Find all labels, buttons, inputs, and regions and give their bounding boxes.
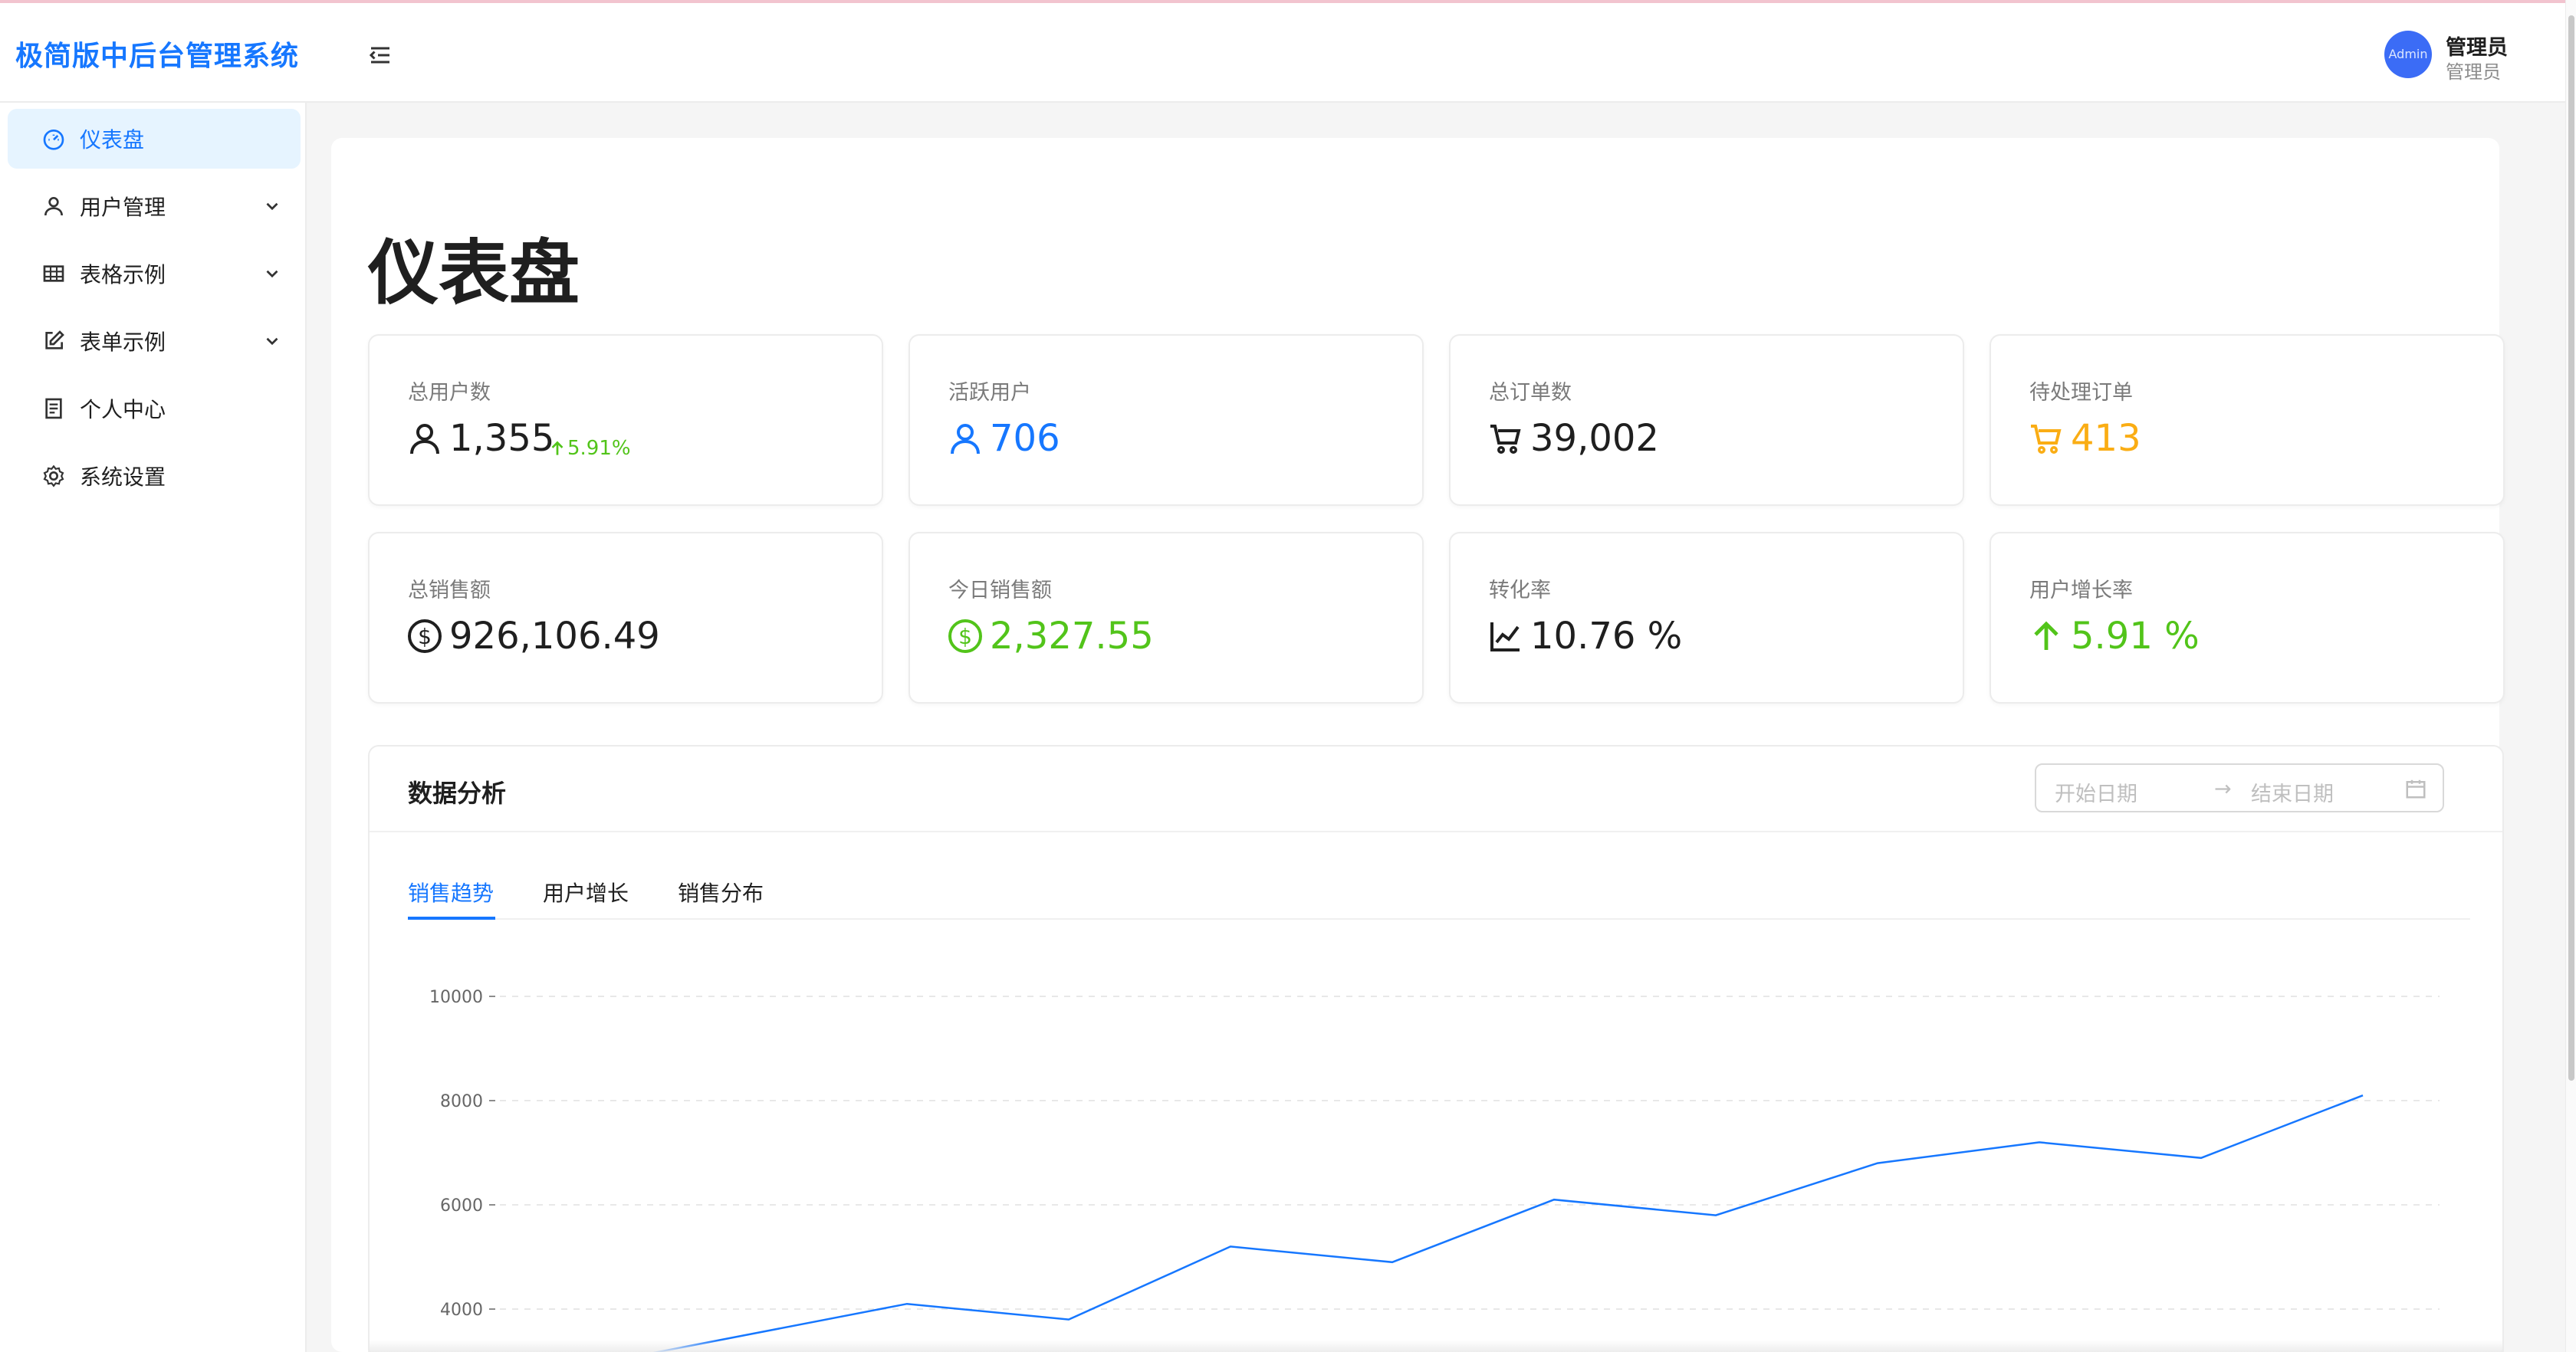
table-icon <box>43 265 64 282</box>
series-line <box>652 1094 2364 1352</box>
menu-fold-icon[interactable] <box>366 41 394 69</box>
dashboard-icon <box>43 130 64 150</box>
stat-title: 待处理订单 <box>2029 381 2133 405</box>
tab-user-growth[interactable]: 用户增长 <box>543 877 629 907</box>
svg-text:$: $ <box>958 624 972 649</box>
stat-value: 5.91 % <box>2071 615 2200 658</box>
arrow-up-icon <box>551 441 564 455</box>
stat-card-conversion-rate: 转化率 10.76 % <box>1449 532 1964 704</box>
y-tick-label: 4000 <box>440 1301 483 1320</box>
cart-icon <box>2031 425 2062 454</box>
line-chart: 10000 8000 6000 4000 <box>429 988 2440 1352</box>
avatar[interactable]: Admin <box>2384 31 2432 78</box>
stat-title: 总销售额 <box>408 579 491 602</box>
date-range-picker[interactable]: 开始日期 → 结束日期 <box>2035 763 2444 812</box>
stat-card-total-users: 总用户数 1,355 5.91% <box>368 334 883 506</box>
sidebar-item-system-settings[interactable]: 系统设置 <box>8 446 301 506</box>
app-logo-title[interactable]: 极简版中后台管理系统 <box>15 34 299 74</box>
calendar-icon[interactable] <box>2404 777 2427 800</box>
stat-card-active-users: 活跃用户 706 <box>909 334 1424 506</box>
form-edit-icon <box>45 330 64 349</box>
y-tick-label: 6000 <box>440 1196 483 1216</box>
stat-value: 706 <box>990 417 1060 460</box>
stat-title: 活跃用户 <box>948 381 1031 405</box>
dollar-icon: $ <box>948 619 982 653</box>
stat-card-today-sales: 今日销售额 $ 2,327.55 <box>909 532 1424 704</box>
sidebar-item-profile[interactable]: 个人中心 <box>8 379 301 438</box>
scrollbar-thumb[interactable] <box>2568 15 2574 1081</box>
page-title: 仪表盘 <box>368 232 580 314</box>
date-start-input[interactable]: 开始日期 <box>2055 777 2137 807</box>
stat-card-user-growth-rate: 用户增长率 5.91 % <box>1990 532 2505 704</box>
dollar-icon: $ <box>408 619 442 653</box>
date-end-input[interactable]: 结束日期 <box>2251 777 2334 807</box>
y-tick-label: 10000 <box>429 988 483 1007</box>
stat-title: 今日销售额 <box>948 579 1052 602</box>
analysis-title: 数据分析 <box>408 779 507 808</box>
sidebar-item-label: 系统设置 <box>80 464 166 490</box>
trend-badge: 5.91% <box>547 437 631 460</box>
data-analysis-card: 数据分析 开始日期 → 结束日期 销售趋势 用户增长 销售分布 10000 800… <box>368 745 2504 1352</box>
sales-trend-chart: 10000 8000 6000 4000 <box>370 930 2502 1352</box>
bottom-fade <box>368 1340 2504 1352</box>
sidebar-item-label: 仪表盘 <box>80 127 145 153</box>
sidebar: 仪表盘 用户管理 表格示例 表单示例 个人中心 系统设置 <box>0 103 307 1352</box>
tab-sales-trend[interactable]: 销售趋势 <box>408 877 494 907</box>
stat-card-total-sales: 总销售额 $ 926,106.49 <box>368 532 883 704</box>
gear-icon <box>43 464 64 487</box>
user-role: 管理员 <box>2446 61 2501 83</box>
user-icon <box>410 424 439 454</box>
stat-card-pending-orders: 待处理订单 413 <box>1990 334 2505 506</box>
stat-value: 1,355 <box>449 417 555 460</box>
top-header: 极简版中后台管理系统 Admin 管理员 管理员 <box>0 3 2565 103</box>
analysis-tabs: 销售趋势 用户增长 销售分布 <box>408 877 2470 920</box>
sidebar-item-label: 表单示例 <box>80 330 166 355</box>
stat-value: 926,106.49 <box>449 615 660 658</box>
chevron-down-icon <box>266 202 278 211</box>
sidebar-item-label: 表格示例 <box>80 262 166 287</box>
sidebar-item-user-management[interactable]: 用户管理 <box>8 176 301 236</box>
sidebar-item-table-example[interactable]: 表格示例 <box>8 244 301 304</box>
sidebar-item-label: 个人中心 <box>80 397 166 422</box>
stat-value: 2,327.55 <box>990 615 1154 658</box>
sidebar-item-label: 用户管理 <box>80 195 166 220</box>
stat-value: 39,002 <box>1530 417 1659 460</box>
user-icon <box>44 197 63 216</box>
user-icon <box>951 424 980 454</box>
analysis-header: 数据分析 开始日期 → 结束日期 <box>370 747 2502 832</box>
arrow-up-icon <box>2034 621 2058 650</box>
stat-title: 总订单数 <box>1489 381 1572 405</box>
stat-title: 转化率 <box>1489 579 1551 602</box>
line-chart-icon <box>1490 622 1520 651</box>
stat-title: 用户增长率 <box>2029 579 2133 602</box>
stat-title: 总用户数 <box>408 381 491 405</box>
chevron-down-icon <box>266 337 278 346</box>
sidebar-item-form-example[interactable]: 表单示例 <box>8 311 301 371</box>
stat-card-total-orders: 总订单数 39,002 <box>1449 334 1964 506</box>
stat-value: 10.76 % <box>1530 615 1683 658</box>
y-tick-label: 8000 <box>440 1092 483 1111</box>
stat-value: 413 <box>2071 417 2141 460</box>
tab-active-indicator <box>408 917 495 920</box>
profile-icon <box>45 398 62 419</box>
arrow-right-icon: → <box>2214 777 2232 801</box>
sidebar-item-dashboard[interactable]: 仪表盘 <box>8 109 301 169</box>
tab-sales-distribution[interactable]: 销售分布 <box>678 877 764 907</box>
cart-icon <box>1490 425 1521 454</box>
svg-text:$: $ <box>418 624 432 649</box>
trend-value: 5.91% <box>567 437 631 460</box>
chevron-down-icon <box>266 270 278 278</box>
